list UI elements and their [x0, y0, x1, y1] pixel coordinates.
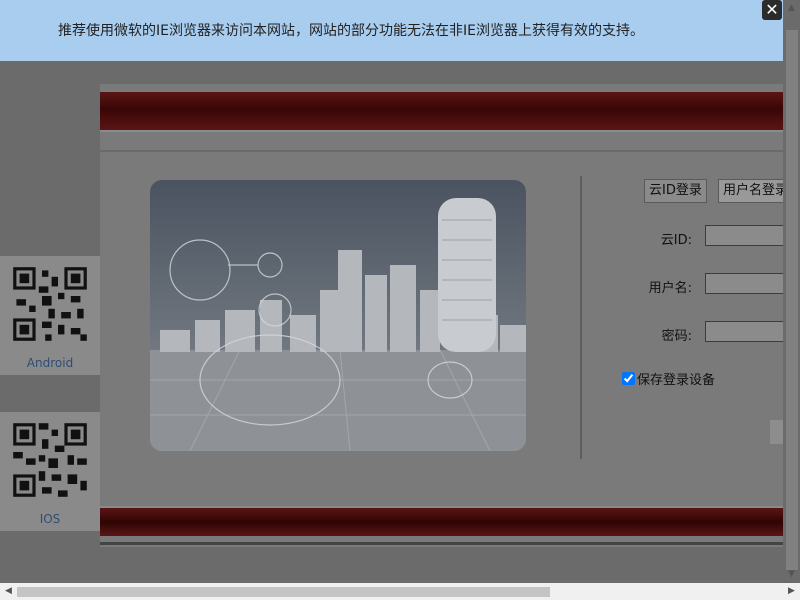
browser-warning-bar: 推荐使用微软的IE浏览器来访问本网站，网站的部分功能无法在非IE浏览器上获得有效… — [0, 0, 800, 61]
close-icon[interactable]: ✕ — [762, 0, 782, 20]
android-caption: Android — [26, 356, 74, 370]
scroll-right-icon[interactable]: ▶ — [783, 583, 800, 600]
city-illustration — [150, 180, 526, 451]
horizontal-scrollbar[interactable]: ◀ ▶ — [0, 583, 800, 600]
vertical-scrollbar[interactable]: ▲ ▼ — [783, 0, 800, 583]
panel-divider — [580, 176, 582, 459]
android-qr-icon — [10, 264, 90, 344]
login-panel: 云ID登录 用户名登录 云ID: 用户名: 密码: 保存登录设备 — [100, 84, 800, 547]
tab-cloud-id-login[interactable]: 云ID登录 — [644, 179, 707, 203]
footer-band — [100, 506, 800, 536]
scroll-up-icon[interactable]: ▲ — [783, 0, 800, 17]
ios-qr-tile[interactable]: IOS — [0, 412, 100, 531]
horizontal-scroll-thumb[interactable] — [17, 587, 550, 597]
footer-divider — [100, 542, 800, 545]
password-label: 密码: — [661, 329, 692, 344]
browser-warning-text: 推荐使用微软的IE浏览器来访问本网站，网站的部分功能无法在非IE浏览器上获得有效… — [58, 23, 644, 39]
username-label: 用户名: — [648, 281, 692, 296]
header-divider — [100, 150, 800, 152]
vertical-scroll-thumb[interactable] — [786, 30, 798, 570]
scroll-down-icon[interactable]: ▼ — [783, 566, 800, 583]
ios-caption: IOS — [39, 512, 61, 526]
android-qr-tile[interactable]: Android — [0, 256, 100, 375]
scroll-left-icon[interactable]: ◀ — [0, 583, 17, 600]
ios-qr-icon — [10, 420, 90, 500]
header-band — [100, 92, 800, 132]
remember-device-checkbox[interactable] — [622, 372, 635, 385]
remember-device-label: 保存登录设备 — [637, 373, 716, 388]
remember-device[interactable]: 保存登录设备 — [622, 369, 715, 388]
cloud-id-label: 云ID: — [660, 233, 692, 248]
tab-username-login[interactable]: 用户名登录 — [718, 179, 794, 203]
